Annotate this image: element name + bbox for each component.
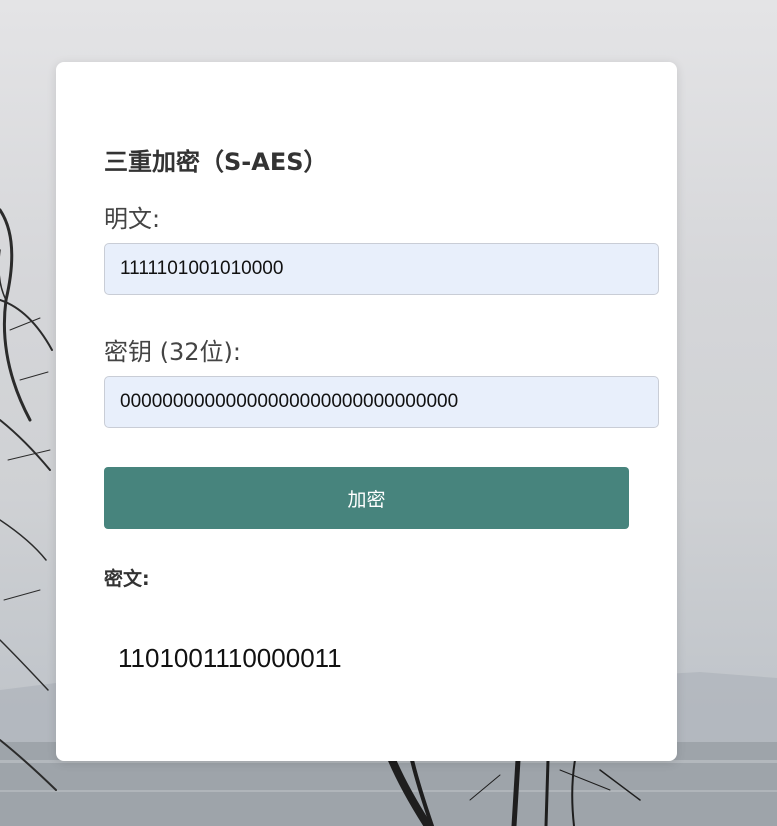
form-title: 三重加密（S-AES）	[104, 148, 328, 176]
key-label: 密钥 (32位):	[104, 338, 241, 366]
plaintext-input[interactable]	[104, 243, 659, 295]
plaintext-label: 明文:	[104, 205, 161, 233]
key-input[interactable]	[104, 376, 659, 428]
encrypt-button[interactable]: 加密	[104, 467, 629, 529]
ciphertext-value: 1101001110000011	[118, 643, 342, 673]
encryption-card: 三重加密（S-AES） 明文: 密钥 (32位): 加密 密文: 1101001…	[56, 62, 677, 761]
ciphertext-label: 密文:	[104, 568, 150, 590]
